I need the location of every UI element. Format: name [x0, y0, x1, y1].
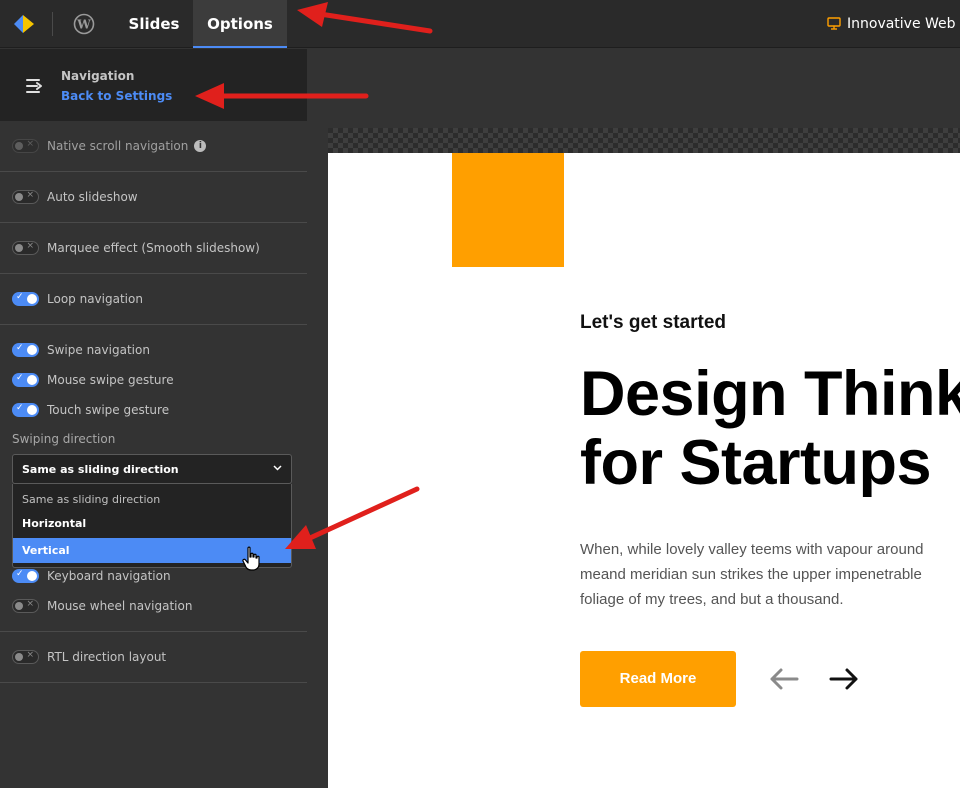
option-label: Mouse wheel navigation [47, 599, 193, 613]
auto-slideshow-toggle[interactable]: × [12, 190, 39, 204]
read-more-button[interactable]: Read More [580, 651, 736, 707]
option-label: Swipe navigation [47, 343, 150, 357]
rtl-layout-toggle[interactable]: × [12, 650, 39, 664]
option-rtl-layout[interactable]: × RTL direction layout [12, 648, 166, 666]
arrow-right-icon[interactable] [828, 666, 860, 692]
top-bar: W Slides Options Innovative Web De [0, 0, 960, 48]
toolbar-divider [52, 12, 53, 36]
option-loop-navigation[interactable]: ✓ Loop navigation [12, 290, 143, 308]
option-auto-slideshow[interactable]: × Auto slideshow [12, 188, 138, 206]
option-label: Auto slideshow [47, 190, 138, 204]
touch-swipe-toggle[interactable]: ✓ [12, 403, 39, 417]
transparency-strip [328, 128, 960, 153]
option-label: Native scroll navigation [47, 139, 189, 153]
wordpress-icon[interactable]: W [73, 13, 95, 35]
project-title[interactable]: Innovative Web De [827, 16, 960, 32]
option-swipe-navigation[interactable]: ✓ Swipe navigation [12, 341, 150, 359]
option-label: Loop navigation [47, 292, 143, 306]
app-logo-icon[interactable] [12, 13, 36, 35]
slide-kicker[interactable]: Let's get started [580, 312, 726, 334]
divider [0, 682, 307, 683]
divider [0, 171, 307, 172]
navigation-icon [26, 79, 42, 93]
selected-value: Same as sliding direction [22, 463, 179, 476]
option-label: Touch swipe gesture [47, 403, 170, 417]
back-to-settings-link[interactable]: Back to Settings [61, 89, 172, 103]
option-label: Mouse swipe gesture [47, 373, 174, 387]
swipe-navigation-toggle[interactable]: ✓ [12, 343, 39, 357]
keyboard-navigation-toggle[interactable]: ✓ [12, 569, 39, 583]
dropdown-option-horizontal[interactable]: Horizontal [13, 512, 291, 536]
mouse-wheel-toggle[interactable]: × [12, 599, 39, 613]
divider [0, 631, 307, 632]
option-label: Keyboard navigation [47, 569, 171, 583]
body-line-2: meand meridian sun strikes the upper imp… [580, 566, 922, 583]
chevron-down-icon [273, 465, 282, 471]
option-marquee[interactable]: × Marquee effect (Smooth slideshow) [12, 239, 260, 257]
body-line-1: When, while lovely valley teems with vap… [580, 541, 924, 558]
hand-pointer-icon [242, 546, 260, 571]
tab-slides[interactable]: Slides [115, 0, 193, 48]
monitor-icon [827, 17, 841, 30]
loop-navigation-toggle[interactable]: ✓ [12, 292, 39, 306]
heading-line-1: Design Think [580, 359, 960, 429]
body-line-3: foliage of my trees, and but a thousand. [580, 591, 844, 608]
dropdown-option-same[interactable]: Same as sliding direction [13, 488, 291, 512]
option-keyboard-navigation[interactable]: ✓ Keyboard navigation [12, 567, 171, 585]
native-scroll-toggle[interactable]: × [12, 139, 39, 153]
info-icon[interactable]: i [194, 140, 207, 152]
slide-canvas[interactable]: Let's get started Design Think for Start… [328, 128, 960, 788]
tab-options[interactable]: Options [193, 0, 287, 48]
divider [0, 324, 307, 325]
option-mouse-swipe[interactable]: ✓ Mouse swipe gesture [12, 371, 174, 389]
slide-body-text[interactable]: When, while lovely valley teems with vap… [580, 537, 960, 612]
project-title-text: Innovative Web De [847, 16, 960, 32]
option-label: Marquee effect (Smooth slideshow) [47, 241, 260, 255]
divider [0, 273, 307, 274]
swiping-direction-label: Swiping direction [12, 432, 116, 446]
divider [0, 222, 307, 223]
navigation-header: Navigation Back to Settings [0, 49, 307, 121]
mouse-swipe-toggle[interactable]: ✓ [12, 373, 39, 387]
option-label: RTL direction layout [47, 650, 167, 664]
section-title: Navigation [61, 69, 135, 83]
swiping-direction-select[interactable]: Same as sliding direction [12, 454, 292, 484]
orange-shape[interactable] [452, 153, 564, 267]
option-touch-swipe[interactable]: ✓ Touch swipe gesture [12, 401, 169, 419]
slide-heading[interactable]: Design Think for Startups [580, 360, 960, 498]
option-native-scroll[interactable]: × Native scroll navigation i [12, 137, 207, 155]
options-sidebar: Navigation Back to Settings × Native scr… [0, 49, 307, 788]
arrow-left-icon[interactable] [768, 666, 800, 692]
heading-line-2: for Startups [580, 428, 932, 498]
option-mouse-wheel[interactable]: × Mouse wheel navigation [12, 597, 192, 615]
svg-text:W: W [76, 18, 91, 32]
marquee-toggle[interactable]: × [12, 241, 39, 255]
